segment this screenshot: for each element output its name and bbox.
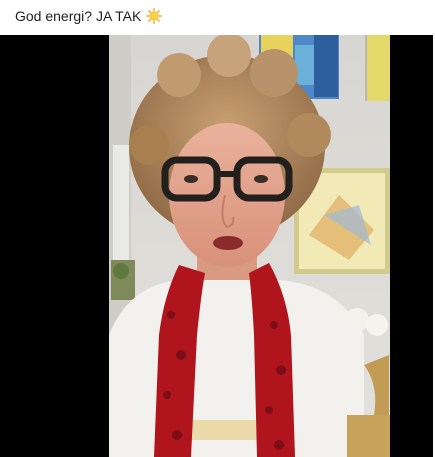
caption-text: God energi? JA TAK (15, 8, 142, 24)
video-still-image (109, 35, 390, 457)
sun-emoji-icon (146, 8, 163, 24)
video-player[interactable] (0, 35, 435, 457)
video-frame (109, 35, 390, 457)
post-caption: God energi? JA TAK (15, 6, 163, 26)
video-post: God energi? JA TAK (0, 0, 435, 457)
